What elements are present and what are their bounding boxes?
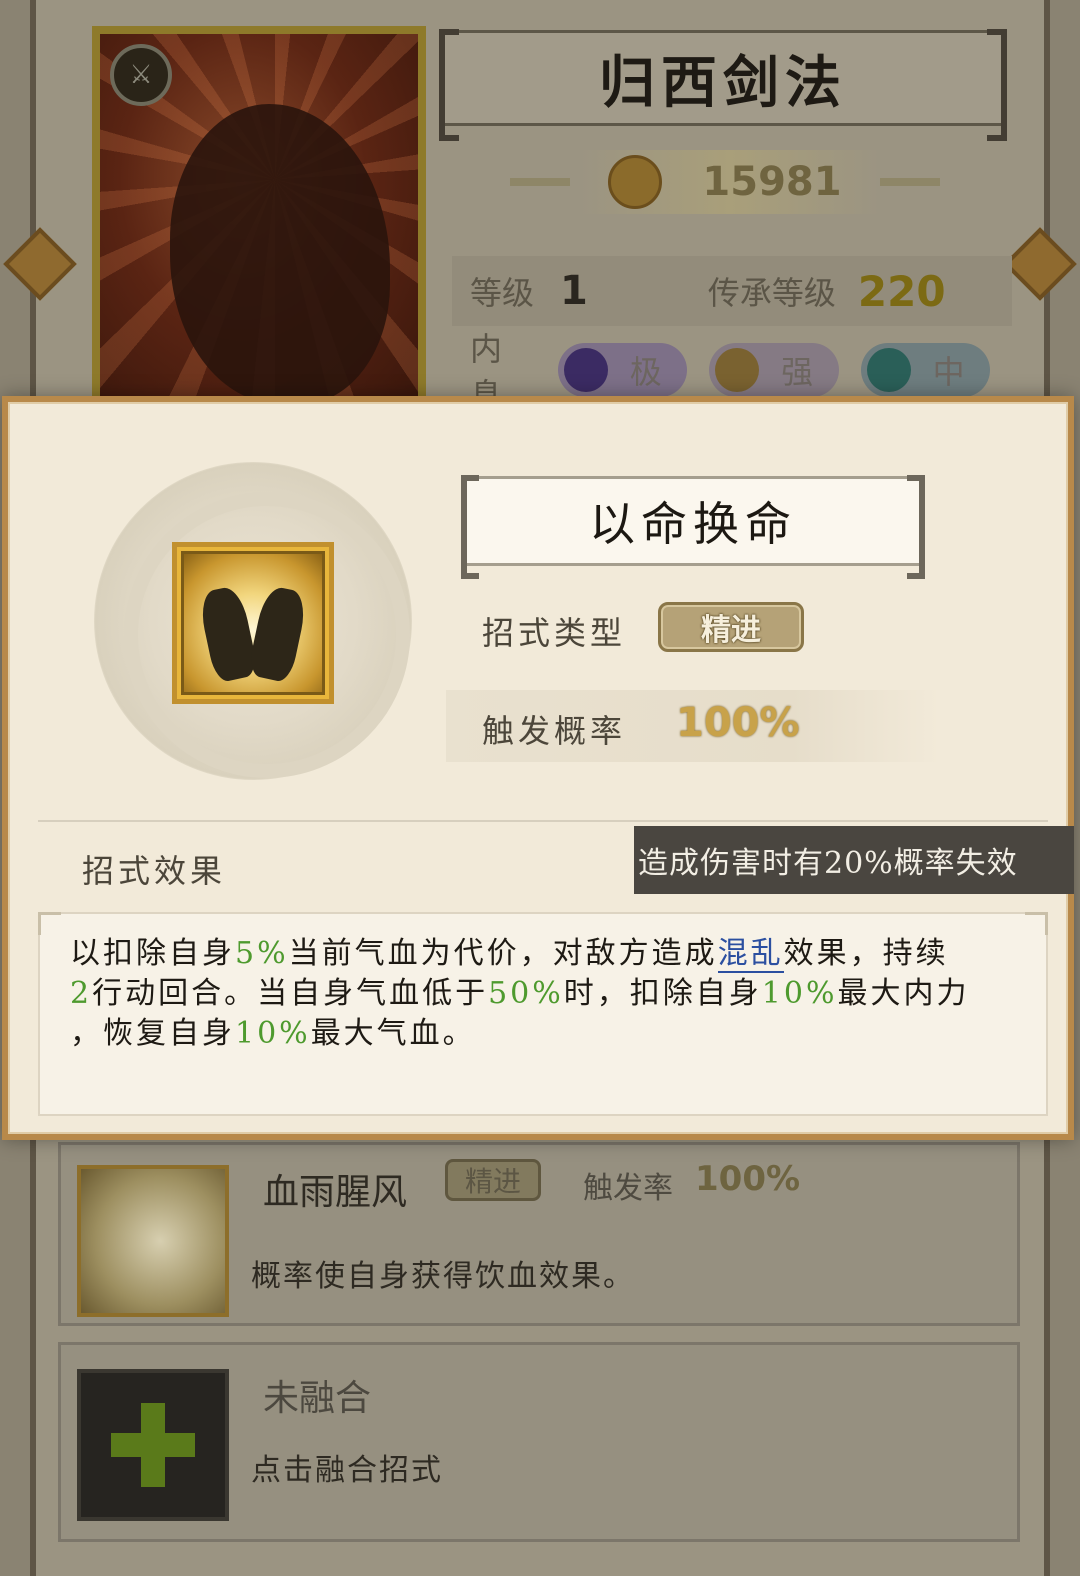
move-detail-popup: 以命换命 招式类型 精进 触发概率 100% 招式效果 造成伤害时有20%概率失… <box>2 396 1074 1140</box>
move-rate: 100% <box>695 1159 801 1199</box>
divider <box>38 820 1048 822</box>
desc-text: 行动回合。当自身气血低于 <box>92 976 489 1011</box>
move-title: 血雨腥风 <box>263 1172 408 1213</box>
tooltip: 造成伤害时有20%概率失效 <box>634 826 1074 894</box>
effect-description: 以扣除自身5%当前气血为代价，对敌方造成混乱效果，持续 2行动回合。当自身气血低… <box>38 912 1048 1116</box>
desc-value: 2 <box>70 976 93 1011</box>
desc-value: 50% <box>488 976 564 1011</box>
fuse-slot[interactable]: 未融合 点击融合招式 <box>58 1342 1020 1542</box>
desc-value: 10% <box>761 976 838 1011</box>
desc-text: ，恢复自身 <box>70 1016 235 1051</box>
neixi-pill-label: 强 <box>781 353 814 391</box>
desc-line: 以扣除自身5%当前气血为代价，对敌方造成混乱效果，持续 <box>70 928 949 973</box>
neixi-pill[interactable]: 极 <box>557 343 688 397</box>
move-type-label: 招式类型 <box>482 614 627 652</box>
desc-text: 当前气血为代价，对敌方造成 <box>288 936 718 971</box>
move-icon <box>77 1165 229 1317</box>
level-label: 等级 <box>470 274 535 312</box>
tooltip-text: 造成伤害时有20%概率失效 <box>638 846 1018 881</box>
desc-text: 最大气血。 <box>310 1016 476 1051</box>
fighter-left <box>196 584 260 684</box>
desc-line: 2行动回合。当自身气血低于50%时，扣除自身10%最大内力 <box>70 968 969 1012</box>
fighters-icon <box>181 551 325 695</box>
inherit-level-label: 传承等级 <box>707 274 836 312</box>
level-value: 1 <box>560 268 588 314</box>
neixi-pill[interactable]: 强 <box>709 343 839 397</box>
fuse-title: 未融合 <box>263 1378 372 1419</box>
move-name-box: 以命换命 <box>461 475 925 579</box>
move-rate-label: 触发率 <box>583 1171 673 1206</box>
neixi-row: 内息 极 强 中 <box>452 330 1012 414</box>
move-name: 以命换命 <box>589 497 797 551</box>
inherit-level-value: 220 <box>857 266 946 316</box>
power-deco-right <box>880 178 940 186</box>
desc-line: ，恢复自身10%最大气血。 <box>70 1008 476 1052</box>
skill-title: 归西剑法 <box>599 49 847 116</box>
moon-icon <box>563 348 608 392</box>
desc-text: 效果，持续 <box>783 936 949 971</box>
desc-text: 最大内力 <box>837 976 970 1011</box>
desc-text: 以扣除自身 <box>70 936 235 971</box>
move-icon <box>172 542 334 704</box>
desc-value: 5% <box>235 936 289 971</box>
neixi-pill-label: 极 <box>629 353 662 391</box>
fighter-right <box>246 584 310 684</box>
fuse-desc: 点击融合招式 <box>251 1453 443 1488</box>
trigger-value: 100% <box>676 700 800 746</box>
jade-icon <box>866 348 911 392</box>
desc-value: 10% <box>235 1016 311 1051</box>
power-row: 15981 <box>510 150 940 214</box>
skill-title-box: 归西剑法 <box>439 29 1007 141</box>
trigger-row: 触发概率 100% <box>446 690 940 762</box>
level-row: 等级 1 传承等级 220 <box>452 256 1012 326</box>
move-type-tag: 精进 <box>658 602 804 652</box>
move-list-item[interactable]: 血雨腥风 精进 触发率 100% 概率使自身获得饮血效果。 <box>58 1142 1020 1326</box>
power-value: 15981 <box>702 159 842 205</box>
sun-icon <box>715 348 760 392</box>
plus-icon-horizontal <box>111 1433 195 1457</box>
sword-badge-icon: ⚔ <box>110 44 172 106</box>
move-tag: 精进 <box>445 1159 541 1201</box>
plus-icon[interactable] <box>77 1369 229 1521</box>
hero-card: ⚔ <box>92 26 426 406</box>
desc-text: 时，扣除自身 <box>563 976 762 1011</box>
move-desc: 概率使自身获得饮血效果。 <box>251 1259 635 1294</box>
trigger-label: 触发概率 <box>482 712 627 750</box>
power-deco-left <box>510 178 570 186</box>
effect-label: 招式效果 <box>82 852 227 890</box>
neixi-pill-label: 中 <box>932 353 965 391</box>
neixi-pill[interactable]: 中 <box>860 343 990 397</box>
